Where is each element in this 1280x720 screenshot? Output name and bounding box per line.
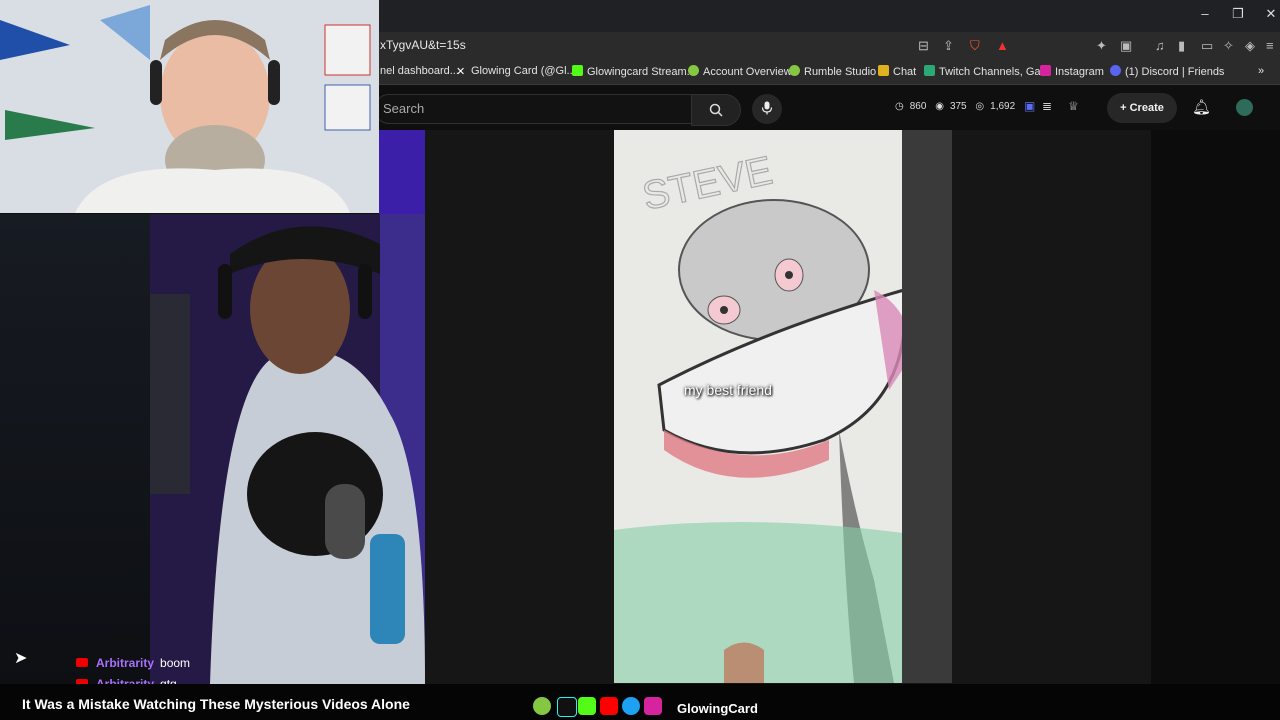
- chat-text: boom: [160, 656, 191, 670]
- search-button[interactable]: [691, 94, 741, 126]
- tiktok-icon: [557, 697, 577, 717]
- notifications-bell-icon[interactable]: 🔔︎: [1192, 98, 1211, 116]
- youtube-icon: [600, 697, 618, 715]
- list-icon[interactable]: ≣: [1042, 99, 1052, 113]
- chat-username: Arbitrarity: [96, 656, 155, 670]
- video-caption: my best friend: [684, 382, 772, 398]
- search-placeholder: Search: [383, 101, 425, 116]
- extension-stats: ◷ 860 ◉ 375 ◎ 1,692: [895, 101, 1021, 112]
- channel-brand: GlowingCard: [677, 701, 758, 716]
- bookmark-glowingcard-stream[interactable]: Glowingcard Stream...: [572, 65, 696, 78]
- close-icon[interactable]: ✕: [1256, 6, 1280, 22]
- twitter-icon: [622, 697, 640, 715]
- instagram-icon: [644, 697, 662, 715]
- stat-clock: 860: [909, 101, 927, 112]
- webcam-guest-image: [0, 0, 379, 213]
- stream-title-ticker: It Was a Mistake Watching These Mysterio…: [22, 696, 410, 712]
- url-text[interactable]: xTygvAU&t=15s: [380, 38, 466, 52]
- stream-purple-glow: [379, 130, 425, 214]
- bookmark-account-overview[interactable]: Account Overview: [688, 65, 792, 78]
- stream-left-panel: [0, 214, 150, 684]
- mouse-cursor-icon: ➤: [14, 650, 28, 667]
- menu-icon[interactable]: ≡: [1266, 38, 1274, 53]
- bookmark-discord[interactable]: (1) Discord | Friends: [1110, 65, 1224, 78]
- minimize-icon[interactable]: –: [1190, 6, 1220, 21]
- maximize-icon[interactable]: ❐: [1223, 6, 1253, 22]
- youtube-icon: [76, 658, 88, 667]
- stream-bottom-bar: It Was a Mistake Watching These Mysterio…: [0, 684, 1280, 720]
- kick-icon: [578, 697, 596, 715]
- bookmark-twitch-channels[interactable]: Twitch Channels, Ga...: [924, 65, 1050, 78]
- wallet-icon[interactable]: ▭: [1201, 38, 1213, 54]
- webcam-streamer-image: [150, 214, 425, 684]
- bookmark-instagram[interactable]: Instagram: [1040, 65, 1104, 78]
- bookmark-rumble-studio[interactable]: Rumble Studio: [789, 65, 876, 78]
- rumble-icon: [789, 65, 800, 76]
- create-label: Create: [1129, 102, 1164, 114]
- share-icon[interactable]: ⇪: [943, 38, 954, 54]
- create-button[interactable]: + Create: [1107, 93, 1177, 123]
- screenshot-icon[interactable]: ▣: [1120, 38, 1132, 54]
- extension-icon[interactable]: ▣: [1024, 99, 1035, 113]
- trophy-icon[interactable]: ♕: [1068, 99, 1079, 113]
- voice-search-button[interactable]: [752, 94, 782, 124]
- webcam-guest: [0, 0, 379, 213]
- video-dark-panel: [1151, 130, 1280, 685]
- discord-icon: [1110, 65, 1121, 76]
- webcam-streamer: [150, 214, 425, 684]
- search-input[interactable]: Search: [374, 94, 691, 124]
- music-icon[interactable]: ♫: [1155, 38, 1165, 53]
- leo-icon[interactable]: ✧: [1223, 38, 1234, 54]
- rumble-icon: [533, 697, 551, 715]
- rumble-icon: [688, 65, 699, 76]
- stat-views: 1,692: [990, 101, 1016, 112]
- plus-icon: +: [1120, 102, 1130, 114]
- x-icon: ✕: [456, 66, 466, 78]
- sidebar-icon[interactable]: ▮: [1178, 38, 1185, 54]
- stat-eye: 375: [949, 101, 967, 112]
- drawing-shadow: [902, 130, 952, 683]
- clock-icon: ◷: [895, 101, 904, 112]
- vpn-icon[interactable]: ◈: [1245, 38, 1255, 54]
- chat-icon: [878, 65, 889, 76]
- bookmark-chat[interactable]: Chat: [878, 65, 916, 78]
- microphone-icon: [761, 101, 773, 115]
- bookmark-glowing-card-x[interactable]: ✕ Glowing Card (@Gl...: [456, 65, 576, 78]
- extensions-icon[interactable]: ✦: [1096, 38, 1107, 54]
- video-drawing-frame: STEVE: [614, 130, 952, 683]
- tt-icon: [924, 65, 935, 76]
- views-icon: ◎: [975, 101, 985, 112]
- kick-icon: [572, 65, 583, 76]
- bookmarks-overflow-icon[interactable]: »: [1258, 65, 1264, 77]
- instagram-icon: [1040, 65, 1051, 76]
- account-avatar[interactable]: [1236, 99, 1253, 116]
- install-icon[interactable]: ⊟: [918, 38, 929, 54]
- search-icon: [709, 103, 723, 117]
- eye-icon: ◉: [935, 101, 944, 112]
- bookmark-channel-dashboard[interactable]: nel dashboard...: [380, 65, 459, 77]
- brave-shield-icon[interactable]: ⛉: [970, 38, 980, 54]
- chat-message: Arbitrarity boom: [76, 656, 190, 670]
- rewards-icon[interactable]: ▲: [996, 38, 1009, 53]
